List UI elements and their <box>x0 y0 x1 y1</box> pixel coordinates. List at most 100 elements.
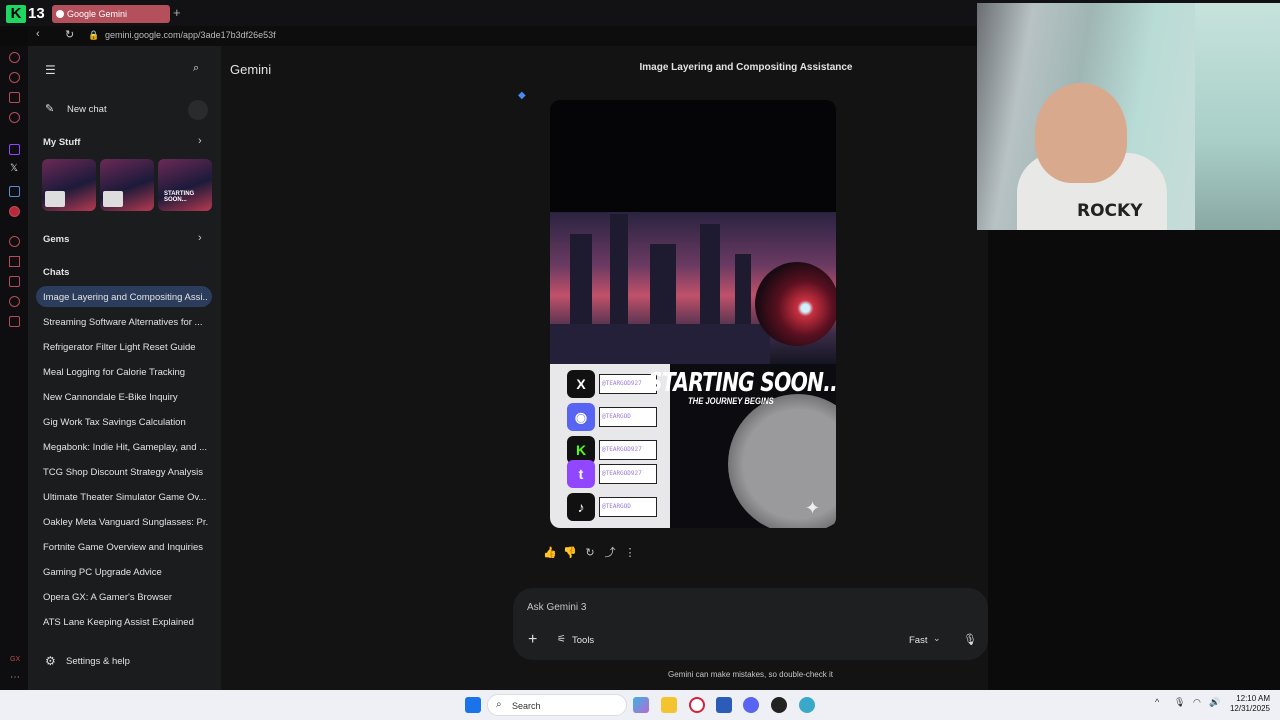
chat-item[interactable]: TCG Shop Discount Strategy Analysis <box>43 467 208 478</box>
gemini-spark-icon: ◆ <box>518 90 526 101</box>
generated-image[interactable]: X @TEARGOD927 ◉ @TEARGOD K @TEARGOD927 t… <box>550 100 836 528</box>
settings-help-button[interactable]: Settings & help <box>66 656 130 667</box>
my-stuff-heading[interactable]: My Stuff <box>43 137 208 148</box>
gx-label: GX <box>10 656 21 663</box>
new-tab-button[interactable]: + <box>173 5 185 21</box>
chat-item[interactable]: Gig Work Tax Savings Calculation <box>43 417 208 428</box>
edit-icon[interactable]: ✎ <box>45 102 54 115</box>
taskbar-search[interactable]: ⌕ Search <box>487 694 627 716</box>
tools-icon[interactable]: ⚟ <box>557 634 566 645</box>
x-icon[interactable]: 𝕏 <box>10 163 18 174</box>
gx-control-icon[interactable] <box>9 72 20 83</box>
twitch-icon: t <box>567 460 595 488</box>
my-stuff-thumbnail-1[interactable] <box>42 159 96 211</box>
settings-gear-icon[interactable]: ⚙ <box>45 654 56 668</box>
search-icon: ⌕ <box>496 699 502 710</box>
reload-icon[interactable]: ↻ <box>65 28 74 41</box>
settings-icon[interactable] <box>9 316 20 327</box>
discord-icon: ◉ <box>567 403 595 431</box>
obs-icon[interactable] <box>771 697 787 713</box>
chat-item[interactable]: Streaming Software Alternatives for ... <box>43 317 208 328</box>
journey-begins-text: THE JOURNEY BEGINS <box>688 396 774 406</box>
url-field[interactable]: gemini.google.com/app/3ade17b3df26e53f <box>105 30 276 40</box>
opera-gx-logo[interactable]: K <box>6 5 26 23</box>
app-icon[interactable] <box>9 186 20 197</box>
chat-item[interactable]: Opera GX: A Gamer's Browser <box>43 592 208 603</box>
mode-selector[interactable]: Fast <box>909 635 927 646</box>
disclaimer-text: Gemini can make mistakes, so double-chec… <box>668 670 833 679</box>
chevron-down-icon[interactable]: ⌄ <box>933 633 941 644</box>
windows-start-icon[interactable] <box>465 697 481 713</box>
notepad-icon[interactable] <box>716 697 732 713</box>
extensions-icon[interactable] <box>9 296 20 307</box>
gems-heading[interactable]: Gems <box>43 234 208 245</box>
chat-item[interactable]: ATS Lane Keeping Assist Explained <box>43 617 208 628</box>
tools-button[interactable]: Tools <box>572 635 594 646</box>
discord-icon[interactable] <box>743 697 759 713</box>
chat-item[interactable]: Ultimate Theater Simulator Game Ov... <box>43 492 208 503</box>
my-stuff-thumbnail-3[interactable]: STARTING SOON... <box>158 159 212 211</box>
tab-title: Google Gemini <box>67 9 128 19</box>
handle-box: @TEARGOD <box>599 407 657 427</box>
more-options-icon[interactable]: ⋮ <box>623 546 637 560</box>
music-icon[interactable] <box>9 112 20 123</box>
taskbar-search-label: Search <box>512 701 541 711</box>
lock-icon: 🔒 <box>88 30 100 40</box>
app-title: Gemini <box>230 62 272 77</box>
add-icon[interactable]: + <box>528 631 537 649</box>
system-clock[interactable]: 12:10 AM 12/31/2025 <box>1228 694 1270 714</box>
speed-dial-icon[interactable] <box>9 52 20 63</box>
chat-item[interactable]: Image Layering and Compositing Assi... <box>43 292 208 303</box>
new-chat-button[interactable]: New chat <box>67 104 107 115</box>
chevron-right-icon[interactable]: › <box>198 135 202 147</box>
thumbs-down-icon[interactable]: 👎 <box>563 546 577 560</box>
chat-item[interactable]: New Cannondale E-Bike Inquiry <box>43 392 208 403</box>
volume-icon[interactable]: 🔊 <box>1209 697 1220 708</box>
microphone-icon[interactable]: 🎙 <box>963 633 977 646</box>
back-icon[interactable]: ‹ <box>36 28 40 40</box>
webcam-face <box>1035 83 1127 183</box>
more-icon[interactable]: ⋯ <box>10 672 20 683</box>
tiktok-icon: ♪ <box>567 493 595 521</box>
file-explorer-icon[interactable] <box>661 697 677 713</box>
send-icon[interactable] <box>9 256 20 267</box>
twitch-icon[interactable] <box>9 144 20 155</box>
poster-lower-section: X @TEARGOD927 ◉ @TEARGOD K @TEARGOD927 t… <box>550 364 836 528</box>
share-icon[interactable]: ⤴ <box>603 546 617 560</box>
chat-item[interactable]: Oakley Meta Vanguard Sunglasses: Pr... <box>43 517 208 528</box>
main-chat-area: Gemini Image Layering and Compositing As… <box>221 46 988 690</box>
history-icon[interactable] <box>9 276 20 287</box>
handle-box: @TEARGOD927 <box>599 464 657 484</box>
cyberpunk-city-image <box>550 212 836 364</box>
opera-icon[interactable] <box>689 697 705 713</box>
gemini-sidebar: ☰ ⌕ ✎ New chat My Stuff › STARTING SOON.… <box>28 46 221 690</box>
temporary-chat-icon[interactable] <box>188 100 208 120</box>
gx-corner-icon[interactable] <box>9 92 20 103</box>
tab-count-badge: 13 <box>28 5 45 22</box>
chat-item[interactable]: Refrigerator Filter Light Reset Guide <box>43 342 208 353</box>
microphone-icon[interactable]: 🎙 <box>1174 697 1185 708</box>
player-icon[interactable] <box>9 236 20 247</box>
wifi-icon[interactable]: ◠ <box>1193 697 1201 708</box>
app-icon[interactable] <box>799 697 815 713</box>
record-icon[interactable] <box>9 206 20 217</box>
x-icon: X <box>567 370 595 398</box>
menu-icon[interactable]: ☰ <box>45 63 56 77</box>
redo-icon[interactable]: ↻ <box>583 546 597 560</box>
address-bar: ‹ ↻ 🔒 gemini.google.com/app/3ade17b3df26… <box>28 26 978 46</box>
thumbnail-caption: STARTING SOON... <box>164 191 195 203</box>
chat-item[interactable]: Megabonk: Indie Hit, Gameplay, and ... <box>43 442 208 453</box>
chat-item[interactable]: Meal Logging for Calorie Tracking <box>43 367 208 378</box>
thumbs-up-icon[interactable]: 👍 <box>543 546 557 560</box>
chevron-up-icon[interactable]: ^ <box>1155 697 1159 707</box>
browser-tab[interactable]: Google Gemini <box>52 5 170 23</box>
chat-item[interactable]: Gaming PC Upgrade Advice <box>43 567 208 578</box>
prompt-input[interactable] <box>527 602 907 613</box>
my-stuff-thumbnail-2[interactable] <box>100 159 154 211</box>
search-icon[interactable]: ⌕ <box>193 62 199 75</box>
chat-item[interactable]: Fortnite Game Overview and Inquiries <box>43 542 208 553</box>
clock-date: 12/31/2025 <box>1229 704 1270 713</box>
webcam-background <box>1195 3 1280 230</box>
chevron-right-icon[interactable]: › <box>198 232 202 244</box>
copilot-icon[interactable] <box>633 697 649 713</box>
